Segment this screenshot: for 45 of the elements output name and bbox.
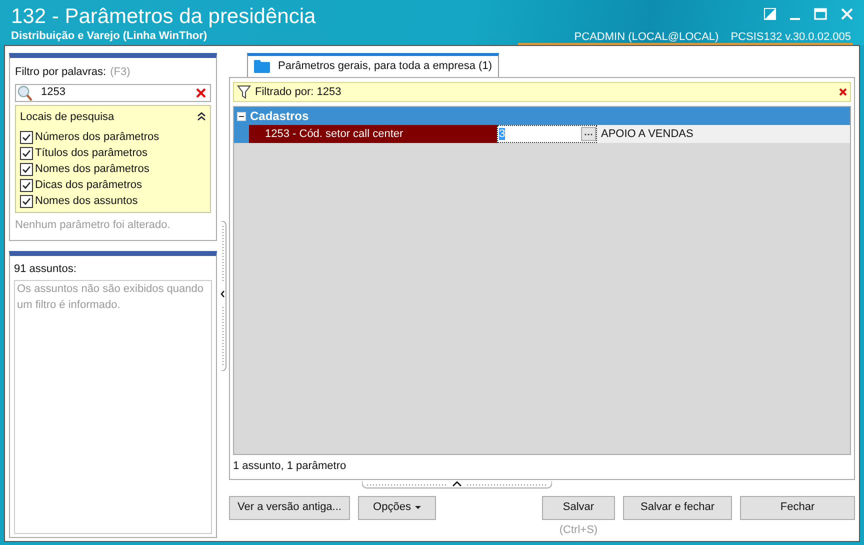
restore-icon[interactable] [764,8,776,20]
window-subtitle: Distribuição e Varejo (Linha WinThor) [11,30,208,42]
splitter-handle[interactable] [220,221,226,371]
save-button[interactable]: Salvar [542,496,615,520]
checkbox[interactable] [20,130,33,144]
clear-icon[interactable] [196,88,206,98]
tab[interactable]: Parâmetros gerais, para toda a empresa (1) [247,53,499,77]
close-button[interactable]: Fechar [740,496,855,520]
version-label: PCSIS132 v.30.0.02.005 [730,31,851,43]
maximize-icon[interactable] [814,8,827,20]
checkbox-label[interactable]: Números dos parâmetros [35,128,160,146]
checkbox-label[interactable]: Dicas dos parâmetros [35,176,142,194]
collapse-icon[interactable] [197,112,206,122]
old-version-button[interactable]: Ver a versão antiga... [229,496,350,520]
checkbox[interactable] [20,146,33,160]
user-label: PCADMIN (LOCAL@LOCAL) [574,31,719,43]
description-cell: APOIO A VENDAS [597,125,850,143]
parameter-name-cell[interactable]: 1253 - Cód. setor call center [249,125,497,143]
window-title: 132 - Parâmetros da presidência [11,4,317,30]
checkbox-label[interactable]: Títulos dos parâmetros [35,144,148,162]
search-places-title: Locais de pesquisa [20,110,114,124]
checkbox[interactable] [20,178,33,192]
checkbox[interactable] [20,162,33,176]
subjects-note: Os assuntos não são exibidos quando um filtro é informado. [17,282,204,311]
folder-icon [254,60,270,73]
checkbox-label[interactable]: Nomes dos parâmetros [35,160,150,178]
status-text: 1 assunto, 1 parâmetro [233,459,348,474]
checkbox-label[interactable]: Nomes dos assuntos [35,192,138,210]
subjects-title: 91 assuntos: [14,262,78,277]
filter-label: Filtro por palavras: [15,65,106,80]
splitter-handle[interactable] [362,480,552,488]
search-box[interactable]: 1253 [15,84,211,102]
caret-icon [414,506,421,509]
save-and-close-button[interactable]: Salvar e fechar [623,496,732,520]
filter-bar-text: Filtrado por: 1253 [255,84,342,100]
search-icon [17,84,33,100]
ellipsis-icon [584,132,593,136]
clear-filter-icon[interactable] [839,88,847,96]
options-button[interactable]: Opções [358,496,436,520]
checkbox[interactable] [20,194,33,208]
funnel-icon [237,85,251,99]
changes-note: Nenhum parâmetro foi alterado. [15,218,172,233]
shortcut-hint: (F3) [110,65,130,80]
close-icon[interactable] [841,8,853,20]
shortcut-hint: (Ctrl+S) [559,522,598,538]
